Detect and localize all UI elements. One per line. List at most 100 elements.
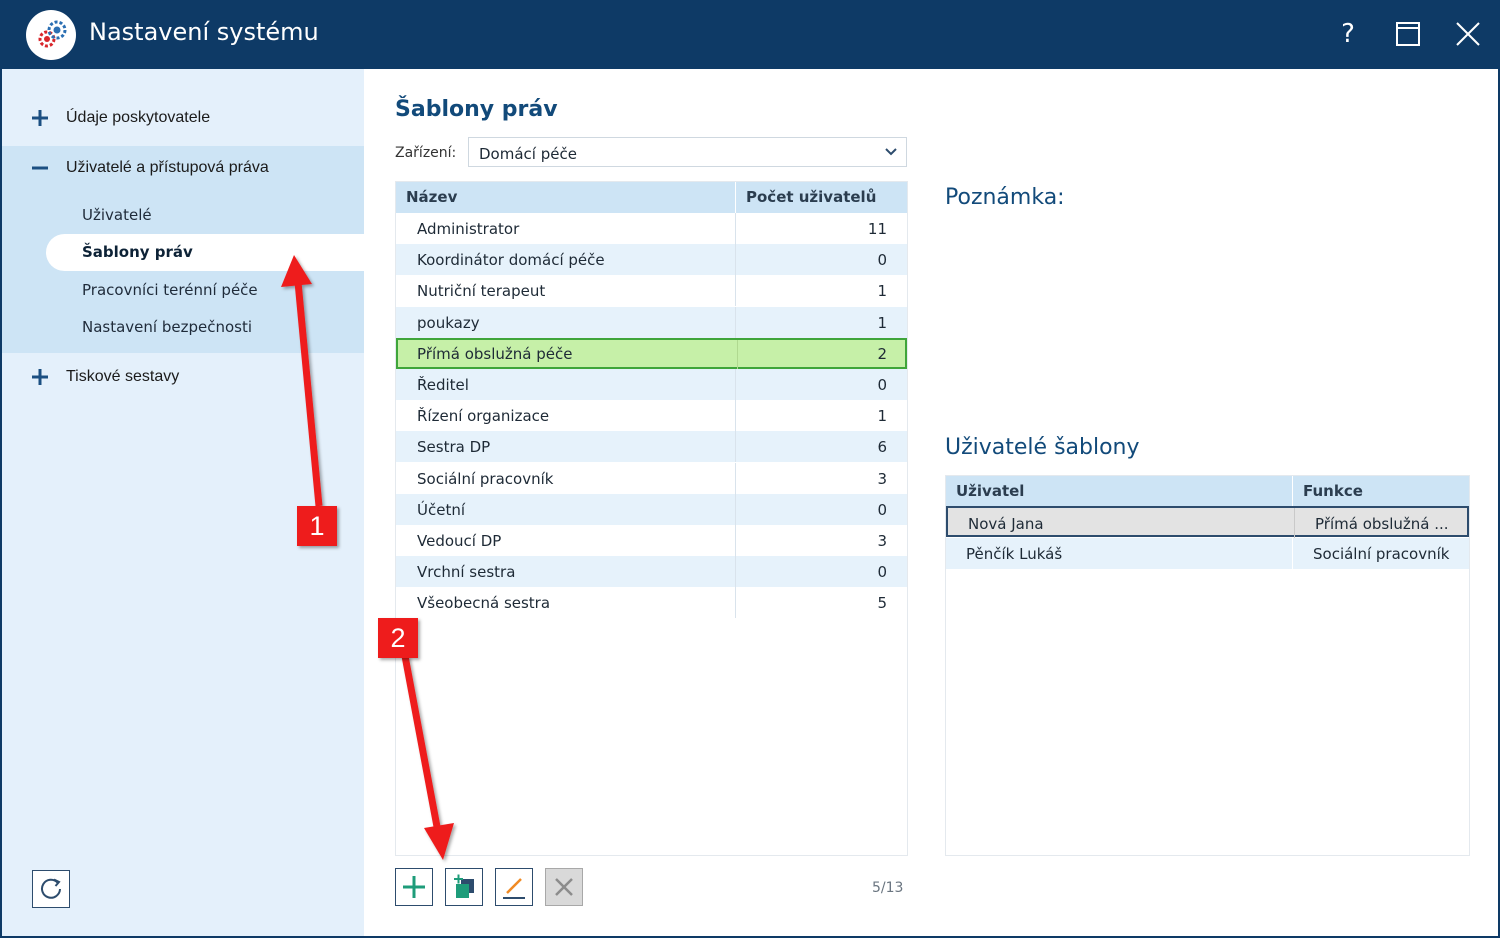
- table-row[interactable]: Pěnčík Lukáš Sociální pracovník: [946, 538, 1469, 569]
- maximize-icon: [1396, 22, 1420, 46]
- table-row[interactable]: Ředitel 0: [396, 369, 907, 400]
- template-count-cell: 6: [877, 438, 887, 457]
- sidebar-item-provider[interactable]: Údaje poskytovatele: [2, 96, 364, 144]
- column-header-user[interactable]: Uživatel: [956, 482, 1024, 500]
- template-count-cell: 1: [877, 407, 887, 426]
- minus-icon: [32, 166, 48, 170]
- device-select-value: Domácí péče: [479, 145, 577, 163]
- table-row[interactable]: Sestra DP 6: [396, 431, 907, 463]
- template-count-cell: 1: [877, 282, 887, 301]
- template-name-cell: Nutriční terapeut: [417, 282, 546, 301]
- help-button[interactable]: ?: [1328, 14, 1368, 54]
- template-count-cell: 0: [877, 251, 887, 270]
- template-name-cell: Sociální pracovník: [417, 469, 554, 488]
- column-divider: [735, 213, 736, 244]
- table-row[interactable]: Řízení organizace 1: [396, 400, 907, 432]
- templates-table-header: Název Počet uživatelů: [396, 182, 907, 213]
- column-divider: [735, 525, 736, 556]
- annotation-badge-2: 2: [378, 618, 418, 658]
- refresh-icon: [41, 878, 61, 899]
- add-template-button[interactable]: [395, 868, 433, 906]
- maximize-button[interactable]: [1388, 14, 1428, 54]
- column-divider: [735, 431, 736, 463]
- user-function-cell: Přímá obslužná ...: [1315, 515, 1449, 533]
- template-users-title: Uživatelé šablony: [945, 435, 1140, 460]
- sidebar-group-users: Uživatelé a přístupová práva Uživatelé Š…: [2, 146, 364, 353]
- plus-icon: [32, 110, 48, 126]
- template-name-cell: Řízení organizace: [417, 407, 550, 426]
- record-counter: 5/13: [872, 880, 904, 896]
- chevron-down-icon: [885, 148, 897, 156]
- template-name-cell: Přímá obslužná péče: [417, 344, 573, 363]
- refresh-button[interactable]: [32, 870, 70, 908]
- template-name-cell: Ředitel: [417, 376, 469, 394]
- sidebar-item-users-rights[interactable]: Uživatelé a přístupová práva: [2, 146, 364, 194]
- template-count-cell: 11: [867, 220, 887, 238]
- sidebar-subitem-label: Nastavení bezpečnosti: [82, 318, 253, 336]
- templates-table: Název Počet uživatelů Administrator 11 Koo…: [395, 181, 908, 856]
- delete-template-button[interactable]: [545, 868, 583, 906]
- column-divider: [735, 275, 736, 307]
- column-divider: [735, 182, 736, 213]
- main-panel: Šablony práv Zařízení: Domácí péče Název…: [364, 69, 1498, 936]
- table-row[interactable]: Nutriční terapeut 1: [396, 275, 907, 307]
- table-row[interactable]: Nová Jana Přímá obslužná ...: [946, 506, 1469, 539]
- device-label: Zařízení:: [395, 145, 457, 161]
- column-header-name[interactable]: Název: [406, 188, 457, 206]
- template-name-cell: Účetní: [417, 500, 466, 519]
- close-icon: [555, 878, 573, 896]
- close-icon: [1456, 22, 1480, 46]
- template-count-cell: 0: [877, 500, 887, 519]
- copy-add-icon: [454, 874, 474, 898]
- template-count-cell: 3: [877, 532, 887, 550]
- column-divider: [735, 369, 736, 400]
- column-divider: [735, 462, 736, 494]
- template-name-cell: Vedoucí DP: [417, 532, 502, 550]
- column-header-function[interactable]: Funkce: [1303, 482, 1363, 500]
- edit-template-button[interactable]: [495, 868, 533, 906]
- sidebar: Údaje poskytovatele Uživatelé a přístupo…: [2, 69, 364, 936]
- page-title: Šablony práv: [395, 97, 558, 122]
- sidebar-subitem-label: Uživatelé: [82, 206, 152, 224]
- column-divider: [737, 339, 738, 371]
- template-name-cell: Všeobecná sestra: [417, 594, 551, 613]
- column-divider: [735, 556, 736, 588]
- template-name-cell: Vrchní sestra: [417, 563, 516, 582]
- sidebar-subitem-label: Šablony práv: [82, 243, 193, 261]
- sidebar-subitem-field-workers[interactable]: Pracovníci terénní péče: [46, 272, 364, 309]
- template-count-cell: 2: [877, 344, 887, 363]
- table-row[interactable]: Koordinátor domácí péče 0: [396, 244, 907, 276]
- template-count-cell: 3: [877, 469, 887, 488]
- pencil-icon: [503, 878, 525, 899]
- sidebar-item-reports[interactable]: Tiskové sestavy: [2, 355, 364, 403]
- column-divider: [1292, 538, 1293, 569]
- table-row[interactable]: Sociální pracovník 3: [396, 462, 907, 494]
- template-count-cell: 0: [877, 376, 887, 394]
- user-name-cell: Pěnčík Lukáš: [966, 545, 1063, 563]
- column-header-count[interactable]: Počet uživatelů: [746, 188, 876, 206]
- copy-template-button[interactable]: [445, 868, 483, 906]
- column-divider: [735, 587, 736, 619]
- table-row[interactable]: Účetní 0: [396, 493, 907, 525]
- table-row[interactable]: poukazy 1: [396, 306, 907, 338]
- device-select[interactable]: Domácí péče: [468, 137, 907, 167]
- close-button[interactable]: [1448, 14, 1488, 54]
- table-row[interactable]: Všeobecná sestra 5: [396, 587, 907, 619]
- column-divider: [1292, 476, 1293, 506]
- template-name-cell: Administrator: [417, 220, 520, 238]
- table-row[interactable]: Administrator 11: [396, 213, 907, 244]
- template-name-cell: poukazy: [417, 313, 480, 332]
- table-row[interactable]: Vedoucí DP 3: [396, 525, 907, 556]
- settings-gears-icon: [26, 10, 76, 60]
- table-row[interactable]: Vrchní sestra 0: [396, 556, 907, 588]
- sidebar-subitem-security[interactable]: Nastavení bezpečnosti: [46, 309, 364, 346]
- plus-icon: [32, 369, 48, 385]
- user-function-cell: Sociální pracovník: [1313, 545, 1450, 563]
- table-row[interactable]: Přímá obslužná péče 2: [396, 337, 907, 371]
- window-title: Nastavení systému: [89, 18, 319, 46]
- template-name-cell: Sestra DP: [417, 438, 491, 457]
- sidebar-subitem-users[interactable]: Uživatelé: [46, 197, 364, 234]
- sidebar-subitem-templates[interactable]: Šablony práv: [46, 234, 364, 271]
- template-users-table: Uživatel Funkce Nová Jana Přímá obslužná…: [945, 475, 1470, 856]
- template-count-cell: 0: [877, 563, 887, 582]
